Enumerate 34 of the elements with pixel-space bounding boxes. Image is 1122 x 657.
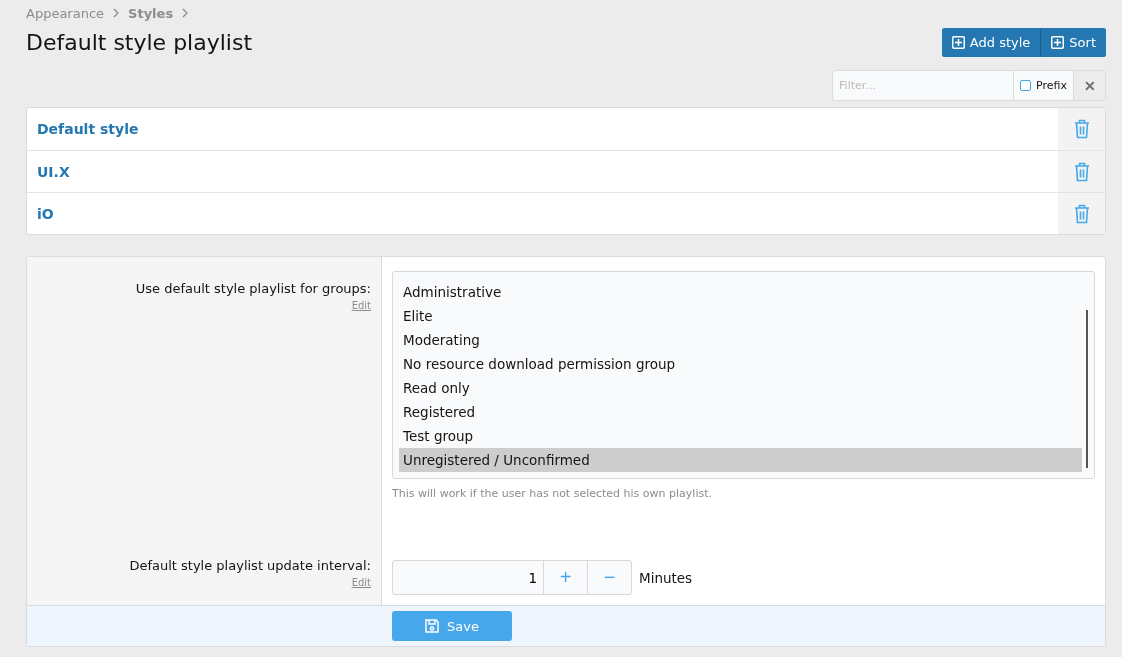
clear-button[interactable]: ✕	[1073, 71, 1105, 100]
number-spinner[interactable]: 1 + −	[392, 560, 632, 595]
group-option[interactable]: Elite	[399, 304, 1082, 328]
page-title: Default style playlist	[26, 30, 252, 55]
group-listbox[interactable]: Administrative Elite Moderating No resource download permission group Read only Registered Test group Unregistered / Unconfirmed	[392, 271, 1095, 479]
floppy-disk-icon	[425, 619, 440, 633]
plus-square-icon	[951, 36, 965, 49]
plus-square-icon	[1051, 36, 1065, 49]
unit-label: Minutes	[639, 569, 693, 586]
group-option[interactable]: Test group	[399, 424, 1082, 448]
hint-text: This will work if the user has not selected his own playlist.	[392, 487, 713, 500]
trash-icon	[1073, 161, 1090, 182]
group-option[interactable]: Registered	[399, 400, 1082, 424]
group-option[interactable]: No resource download permission group	[399, 352, 1082, 376]
style-link[interactable]: Default style	[27, 121, 1058, 137]
trash-icon	[1073, 203, 1090, 224]
group-option[interactable]: Administrative	[399, 280, 1082, 304]
delete-button[interactable]	[1058, 193, 1105, 234]
chevron-right-icon	[181, 8, 190, 18]
group-option[interactable]: Moderating	[399, 328, 1082, 352]
style-link[interactable]: iO	[27, 205, 1058, 222]
group-option[interactable]: Unregistered / Unconfirmed	[399, 448, 1082, 472]
option-label: Default style playlist update interval:	[129, 558, 371, 573]
chevron-right-icon	[112, 8, 121, 18]
scrollbar[interactable]	[1086, 310, 1088, 468]
style-link[interactable]: UI.X	[27, 163, 1058, 180]
delete-button[interactable]	[1058, 151, 1105, 192]
delete-button[interactable]	[1058, 108, 1105, 150]
sort-button[interactable]: Sort	[1040, 28, 1106, 57]
filter-field[interactable]: Filter... Prefix ✕	[832, 70, 1106, 101]
option-label: Use default style playlist for groups:	[135, 281, 371, 296]
number-field[interactable]: 1	[393, 561, 543, 594]
trash-icon	[1073, 119, 1090, 139]
group-option[interactable]: Read only	[399, 376, 1082, 400]
